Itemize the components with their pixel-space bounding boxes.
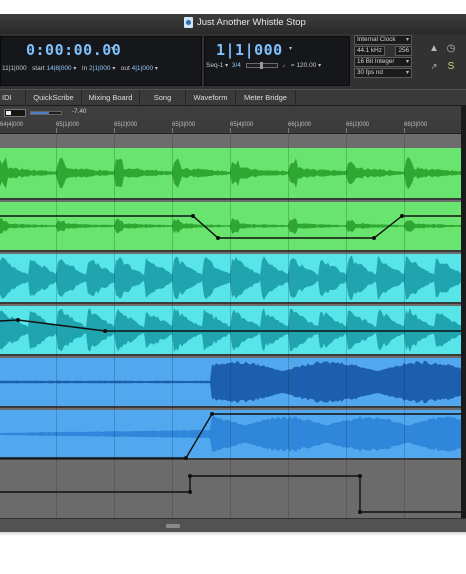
sequence-controls: Seq-1 ▾ 3/4 ♩ = 120.00 ▾: [206, 61, 322, 69]
grid-line: [230, 134, 231, 524]
sub-counter-panel[interactable]: 1|1|000 ▾: [204, 36, 350, 86]
main-time-counter[interactable]: 0:00:00.00: [26, 41, 121, 59]
tab-song[interactable]: Song: [140, 90, 186, 106]
tab-waveform[interactable]: Waveform: [186, 90, 236, 106]
sequence-select[interactable]: Seq-1: [206, 62, 223, 69]
automation-line-ramp-up: [0, 413, 466, 459]
transport-bar: 0:00:00.00 ▾ 11|1|000 start 14|8|000 ▾ I…: [0, 34, 466, 89]
ruler-tick: 65|3|000: [172, 122, 196, 128]
chevron-down-icon[interactable]: ▾: [73, 66, 76, 72]
chevron-down-icon[interactable]: ▾: [111, 45, 114, 52]
automation-line-step: [0, 475, 466, 513]
chevron-down-icon[interactable]: ▾: [318, 63, 321, 69]
clock-source-select[interactable]: Internal Clock ▾: [354, 35, 412, 45]
out-label: out: [120, 65, 130, 72]
tracks-area[interactable]: [0, 134, 466, 524]
rate-buffer-row: 44.1 kHz 256: [354, 46, 412, 56]
tempo-slider[interactable]: [245, 61, 278, 69]
frame-rate-select[interactable]: 30 fps nd ▾: [354, 68, 412, 78]
tab-quickscribe[interactable]: QuickScribe: [26, 90, 82, 106]
ruler-tick: 66|2|000: [346, 122, 370, 128]
note-icon: ♩: [282, 62, 290, 69]
gain-readout: -7.40: [72, 108, 87, 115]
ruler-tick: 64|4|000: [0, 122, 24, 128]
meter-bottom[interactable]: 4: [237, 62, 241, 69]
view-tabs: IDI QuickScribe Mixing Board Song Wavefo…: [0, 89, 466, 106]
metronome-icon[interactable]: ▲: [428, 43, 440, 55]
tab-midi[interactable]: IDI: [0, 90, 26, 106]
in-value[interactable]: 2|1|000: [89, 65, 110, 72]
audio-settings: Internal Clock ▾ 44.1 kHz 256 16 Bit Inte…: [354, 35, 412, 79]
title-bar: Just Another Whistle Stop: [0, 14, 466, 34]
automation-layer: [0, 214, 466, 514]
daw-window: Just Another Whistle Stop 0:00:00.00 ▾ 1…: [0, 0, 466, 574]
tempo-slider-thumb[interactable]: [259, 61, 263, 69]
ruler-tick: 65|2|000: [114, 122, 138, 128]
grid-line: [56, 134, 57, 524]
chevron-down-icon[interactable]: ▾: [225, 63, 228, 69]
ruler-tick: 66|3|000: [404, 122, 428, 128]
right-edge-frame: [461, 106, 466, 532]
transport-icons: ▲ ◷ ↗ S: [424, 38, 466, 82]
start-bars[interactable]: 14|8|000: [46, 65, 71, 72]
grid-line: [404, 134, 405, 524]
automation-line-ramp-down: [0, 319, 466, 332]
bit-depth-select[interactable]: 16 Bit Integer ▾: [354, 57, 412, 67]
grid-line: [114, 134, 115, 524]
document-icon: [184, 17, 193, 28]
chevron-down-icon[interactable]: ▾: [289, 45, 292, 52]
tab-meter-bridge[interactable]: Meter Bridge: [236, 90, 296, 106]
grid-line: [346, 134, 347, 524]
start-value[interactable]: 11|1|000: [2, 65, 27, 72]
chevron-down-icon[interactable]: ▾: [112, 66, 115, 72]
clock-icon[interactable]: ◷: [445, 43, 457, 55]
sync-icon[interactable]: S: [445, 61, 457, 73]
tempo-value[interactable]: 120.00: [296, 62, 316, 69]
ruler-tick: 65|1|000: [56, 122, 80, 128]
bar-beat-counter[interactable]: 1|1|000: [216, 41, 283, 59]
grid-line: [172, 134, 173, 524]
window-title: Just Another Whistle Stop: [197, 17, 306, 28]
chevron-down-icon: ▾: [405, 59, 409, 65]
main-counter-panel[interactable]: 0:00:00.00 ▾ 11|1|000 start 14|8|000 ▾ I…: [0, 36, 202, 86]
time-ruler[interactable]: 64|4|000 65|1|000 65|2|000 65|3|000 65|4…: [0, 120, 466, 134]
sample-rate-select[interactable]: 44.1 kHz: [354, 46, 385, 56]
horizontal-scrollbar[interactable]: [0, 518, 466, 532]
tab-mixing-board[interactable]: Mixing Board: [82, 90, 140, 106]
link-icon[interactable]: ↗: [428, 61, 440, 73]
ruler-tick: 65|4|000: [230, 122, 254, 128]
page-background: [0, 532, 466, 574]
buffer-select[interactable]: 256: [395, 46, 412, 56]
in-label: In: [81, 65, 88, 72]
automation-line-dip: [0, 215, 466, 239]
level-strip: -7.40: [0, 106, 466, 120]
meter-icon: [4, 109, 26, 117]
out-value[interactable]: 4|1|000: [132, 65, 153, 72]
chevron-down-icon: ▾: [405, 37, 409, 43]
fader-icon[interactable]: [30, 111, 62, 115]
ruler-tick: 66|1|000: [288, 122, 312, 128]
chevron-down-icon: ▾: [405, 70, 409, 76]
start-label: start: [32, 65, 45, 72]
chevron-down-icon[interactable]: ▾: [155, 66, 158, 72]
grid-line: [288, 134, 289, 524]
scroll-thumb[interactable]: [166, 524, 180, 528]
